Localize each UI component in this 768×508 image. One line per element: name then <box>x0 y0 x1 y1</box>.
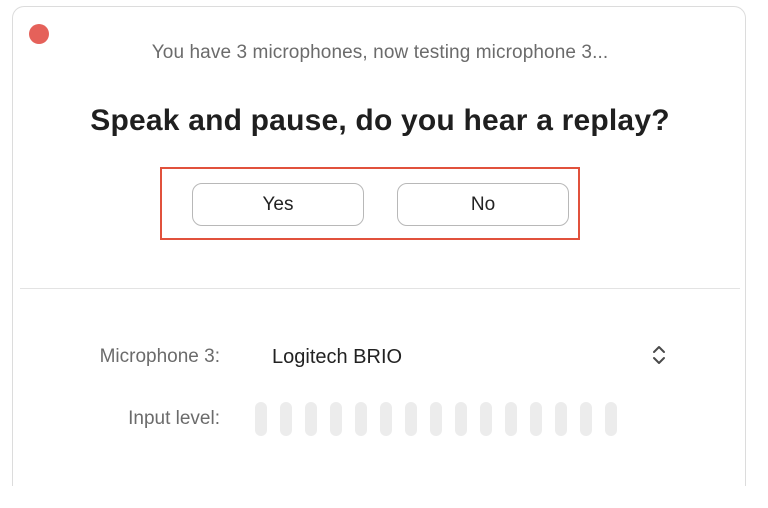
input-level-label: Input level: <box>128 408 220 429</box>
input-level-segment <box>330 402 342 436</box>
input-level-segment <box>480 402 492 436</box>
input-level-segment <box>555 402 567 436</box>
input-level-segment <box>305 402 317 436</box>
input-level-segment <box>530 402 542 436</box>
input-level-segment <box>430 402 442 436</box>
no-button[interactable]: No <box>397 183 569 226</box>
input-level-segment <box>605 402 617 436</box>
input-level-segment <box>405 402 417 436</box>
input-level-segment <box>280 402 292 436</box>
test-status-text: You have 3 microphones, now testing micr… <box>151 42 609 63</box>
yes-button[interactable]: Yes <box>192 183 364 226</box>
up-down-chevron-icon[interactable] <box>651 343 667 367</box>
input-level-segment <box>455 402 467 436</box>
section-divider <box>20 288 740 289</box>
input-level-meter <box>255 402 617 436</box>
microphone-label: Microphone 3: <box>99 346 220 367</box>
input-level-segment <box>355 402 367 436</box>
page: You have 3 microphones, now testing micr… <box>0 0 768 508</box>
replay-question: Speak and pause, do you hear a replay? <box>90 104 670 137</box>
microphone-select-value[interactable]: Logitech BRIO <box>272 346 402 369</box>
input-level-segment <box>580 402 592 436</box>
input-level-segment <box>255 402 267 436</box>
input-level-segment <box>380 402 392 436</box>
input-level-segment <box>505 402 517 436</box>
close-window-button[interactable] <box>29 24 49 44</box>
